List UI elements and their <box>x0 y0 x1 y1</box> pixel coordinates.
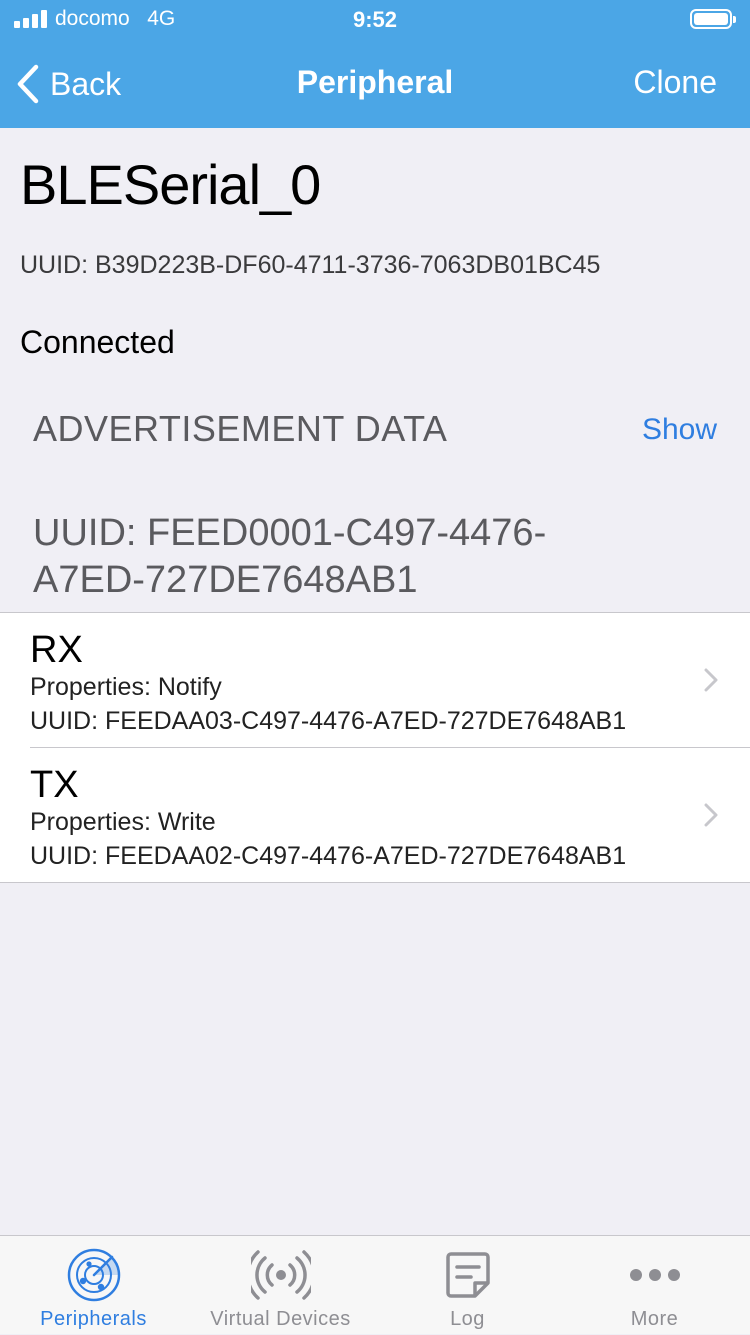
show-advertisement-button[interactable]: Show <box>642 413 717 447</box>
broadcast-icon <box>250 1250 311 1300</box>
tab-label: More <box>630 1308 679 1330</box>
service-uuid-line2: A7ED-727DE7648AB1 <box>33 559 418 601</box>
tab-label: Log <box>450 1308 485 1330</box>
tab-more[interactable]: More <box>561 1236 748 1335</box>
characteristics-list: RX Properties: Notify UUID: FEEDAA03-C49… <box>0 612 750 883</box>
connection-status: Connected <box>20 324 175 360</box>
advertisement-data-header: ADVERTISEMENT DATA <box>33 408 448 449</box>
more-dots-icon <box>629 1269 680 1281</box>
battery-icon <box>690 9 736 29</box>
chevron-right-icon <box>704 668 718 692</box>
status-time: 9:52 <box>352 7 398 32</box>
radar-icon <box>67 1248 120 1302</box>
characteristic-row-tx[interactable]: TX Properties: Write UUID: FEEDAA02-C497… <box>0 748 750 883</box>
service-uuid-header: UUID: FEED0001-C497-4476- A7ED-727DE7648… <box>33 510 633 604</box>
service-uuid-line1: UUID: FEED0001-C497-4476- <box>33 512 547 554</box>
characteristic-uuid: UUID: FEEDAA02-C497-4476-A7ED-727DE7648A… <box>30 842 627 870</box>
characteristic-row-rx[interactable]: RX Properties: Notify UUID: FEEDAA03-C49… <box>0 613 750 748</box>
header: docomo 4G 9:52 Back Peripheral Clone <box>0 0 750 128</box>
clone-button[interactable]: Clone <box>633 64 717 101</box>
tab-label: Virtual Devices <box>210 1308 351 1330</box>
status-bar: docomo 4G 9:52 <box>0 0 750 40</box>
peripheral-uuid: UUID: B39D223B-DF60-4711-3736-7063DB01BC… <box>20 251 601 279</box>
chevron-right-icon <box>704 803 718 827</box>
tab-log[interactable]: Log <box>374 1236 561 1335</box>
tab-bar: Peripherals Virtual Devices Log More <box>0 1235 750 1334</box>
navigation-bar: Back Peripheral Clone <box>0 40 750 128</box>
tab-virtual-devices[interactable]: Virtual Devices <box>187 1236 374 1335</box>
peripheral-name: BLESerial_0 <box>20 153 321 216</box>
characteristic-properties: Properties: Notify <box>30 673 222 701</box>
log-icon <box>445 1252 490 1298</box>
tab-label: Peripherals <box>40 1308 147 1330</box>
characteristic-name: TX <box>30 764 79 806</box>
characteristic-uuid: UUID: FEEDAA03-C497-4476-A7ED-727DE7648A… <box>30 707 627 735</box>
tab-peripherals[interactable]: Peripherals <box>0 1236 187 1335</box>
characteristic-properties: Properties: Write <box>30 808 216 836</box>
characteristic-name: RX <box>30 629 83 671</box>
